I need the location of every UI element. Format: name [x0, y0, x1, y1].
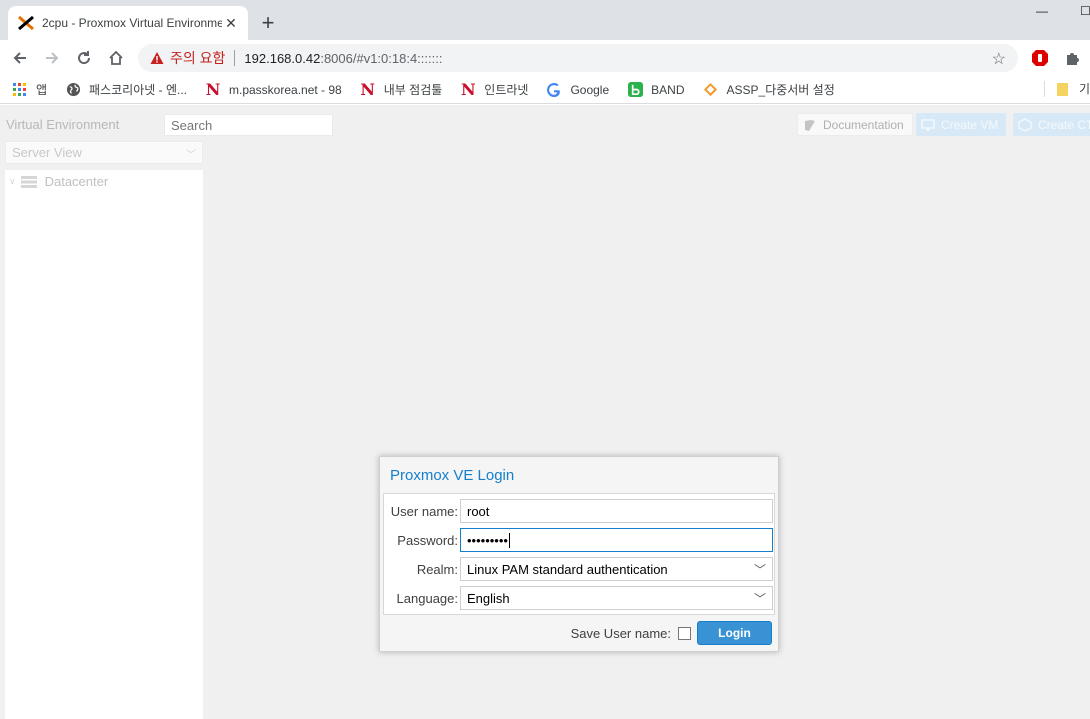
bookmark-folder-other[interactable]: 기 — [1043, 80, 1090, 97]
realm-select[interactable]: Linux PAM standard authentication ﹀ — [460, 557, 773, 581]
browser-tab[interactable]: 2cpu - Proxmox Virtual Environment ✕ — [8, 6, 248, 40]
n-logo-icon: N — [360, 80, 376, 99]
password-field[interactable]: ••••••••• — [460, 528, 773, 552]
url-path: :8006/#v1:0:18:4::::::: — [320, 50, 443, 66]
username-label: User name: — [390, 504, 458, 519]
warning-icon — [150, 52, 164, 64]
text-cursor — [508, 533, 510, 548]
security-warning-text[interactable]: 주의 요함 — [170, 48, 225, 68]
reload-icon[interactable] — [72, 46, 96, 70]
pve-product-title: Virtual Environment — [6, 117, 120, 132]
language-row: Language: English ﹀ — [384, 586, 776, 610]
language-select[interactable]: English ﹀ — [460, 586, 773, 610]
password-dots: ••••••••• — [467, 533, 508, 548]
book-icon — [805, 119, 815, 131]
resource-tree-panel: Server View ﹀ ∨ Datacenter — [5, 141, 203, 719]
login-form: User name: root Password: ••••••••• Real… — [383, 493, 775, 615]
bookmark-passkorea-globe[interactable]: 패스코리아넷 - 엔... — [65, 81, 187, 98]
omnibox-separator — [234, 50, 236, 66]
dialog-footer: Save User name: Login — [380, 613, 778, 651]
bookmark-star-icon[interactable]: ☆ — [992, 49, 1006, 69]
search-input[interactable] — [164, 114, 333, 136]
band-icon — [627, 82, 643, 98]
server-stack-icon — [20, 175, 37, 188]
chevron-down-icon: ﹀ — [186, 150, 196, 161]
create-vm-label: Create VM — [941, 117, 999, 132]
expander-icon[interactable]: ∨ — [9, 176, 16, 187]
resource-tree: ∨ Datacenter — [5, 170, 203, 719]
dialog-title: Proxmox VE Login — [390, 467, 515, 484]
minimize-icon[interactable]: — — [1036, 4, 1048, 18]
url-host: 192.168.0.42 — [244, 50, 321, 66]
create-ct-button[interactable]: Create CT — [1013, 113, 1090, 136]
proxmox-x-icon — [18, 15, 34, 31]
address-bar[interactable]: 주의 요함 192.168.0.42:8006/#v1:0:18:4::::::… — [138, 44, 1018, 72]
chevron-down-icon[interactable]: ﹀ — [754, 561, 766, 578]
realm-value: Linux PAM standard authentication — [467, 562, 668, 577]
tree-node-datacenter[interactable]: ∨ Datacenter — [9, 174, 108, 189]
home-icon[interactable] — [104, 46, 128, 70]
bookmark-label: Google — [570, 82, 610, 97]
save-username-checkbox[interactable] — [678, 627, 691, 640]
bookmark-m-passkorea[interactable]: N m.passkorea.net - 98 — [205, 80, 342, 99]
pve-header: Virtual Environment Documentation Create… — [0, 105, 1090, 141]
language-value: English — [467, 591, 510, 606]
language-label: Language: — [396, 591, 458, 606]
bookmark-label: 기 — [1078, 82, 1090, 96]
login-button[interactable]: Login — [697, 621, 772, 645]
bookmark-label: BAND — [651, 82, 685, 97]
realm-row: Realm: Linux PAM standard authentication… — [384, 557, 776, 581]
url-text[interactable]: 192.168.0.42:8006/#v1:0:18:4::::::: — [244, 51, 442, 66]
create-vm-button[interactable]: Create VM — [916, 113, 1007, 136]
google-icon — [546, 82, 562, 98]
cube-icon — [1018, 117, 1032, 132]
login-dialog: Proxmox VE Login User name: root Passwor… — [379, 456, 779, 652]
tab-title: 2cpu - Proxmox Virtual Environment — [42, 16, 222, 30]
bookmark-google[interactable]: Google — [546, 82, 609, 98]
bookmark-band[interactable]: BAND — [627, 82, 685, 98]
forward-icon[interactable] — [40, 46, 64, 70]
bookmark-intranet[interactable]: N 인트라넷 — [460, 80, 529, 99]
monitor-icon — [921, 118, 935, 130]
extensions-puzzle-icon[interactable] — [1062, 48, 1082, 68]
server-view-label: Server View — [12, 145, 82, 160]
username-row: User name: root — [384, 499, 776, 523]
tab-close-icon[interactable]: ✕ — [222, 14, 240, 32]
bookmark-label: 패스코리아넷 - 엔... — [89, 83, 187, 97]
documentation-button[interactable]: Documentation — [797, 113, 913, 136]
bookmark-separator — [1043, 80, 1045, 97]
browser-toolbar: 주의 요함 192.168.0.42:8006/#v1:0:18:4::::::… — [0, 40, 1090, 76]
globe-icon — [65, 82, 81, 98]
diamond-icon — [703, 82, 719, 98]
n-logo-icon: N — [460, 80, 476, 99]
save-username-label: Save User name: — [570, 626, 671, 641]
username-field[interactable]: root — [460, 499, 773, 523]
bookmark-assp[interactable]: ASSP_다중서버 설정 — [703, 81, 835, 98]
folder-icon — [1055, 81, 1071, 97]
apps-grid-icon — [12, 82, 28, 98]
bookmarks-bar: 앱 패스코리아넷 - 엔... N m.passkorea.net - 98 N… — [0, 76, 1090, 104]
create-ct-label: Create CT — [1038, 117, 1090, 132]
chevron-down-icon[interactable]: ﹀ — [754, 590, 766, 607]
new-tab-icon[interactable]: + — [256, 12, 280, 36]
n-logo-icon: N — [205, 80, 221, 99]
bookmark-label: ASSP_다중서버 설정 — [726, 83, 835, 97]
password-label: Password: — [397, 533, 458, 548]
bookmark-label: m.passkorea.net - 98 — [229, 82, 342, 97]
browser-tab-strip: 2cpu - Proxmox Virtual Environment ✕ + —… — [0, 0, 1090, 40]
realm-label: Realm: — [416, 562, 458, 577]
server-view-select[interactable]: Server View ﹀ — [5, 141, 203, 164]
bookmark-internal-check[interactable]: N 내부 점검툴 — [360, 80, 443, 99]
bookmark-apps[interactable]: 앱 — [12, 81, 47, 98]
back-icon[interactable] — [8, 46, 32, 70]
maximize-icon[interactable]: ☐ — [1080, 4, 1090, 18]
password-row: Password: ••••••••• — [384, 528, 776, 552]
bookmark-label: 내부 점검툴 — [383, 83, 443, 97]
bookmark-label: 앱 — [36, 83, 48, 97]
documentation-label: Documentation — [823, 117, 904, 132]
bookmark-label: 인트라넷 — [484, 83, 529, 97]
tree-node-label: Datacenter — [44, 174, 109, 189]
adblock-extension-icon[interactable] — [1030, 48, 1050, 68]
